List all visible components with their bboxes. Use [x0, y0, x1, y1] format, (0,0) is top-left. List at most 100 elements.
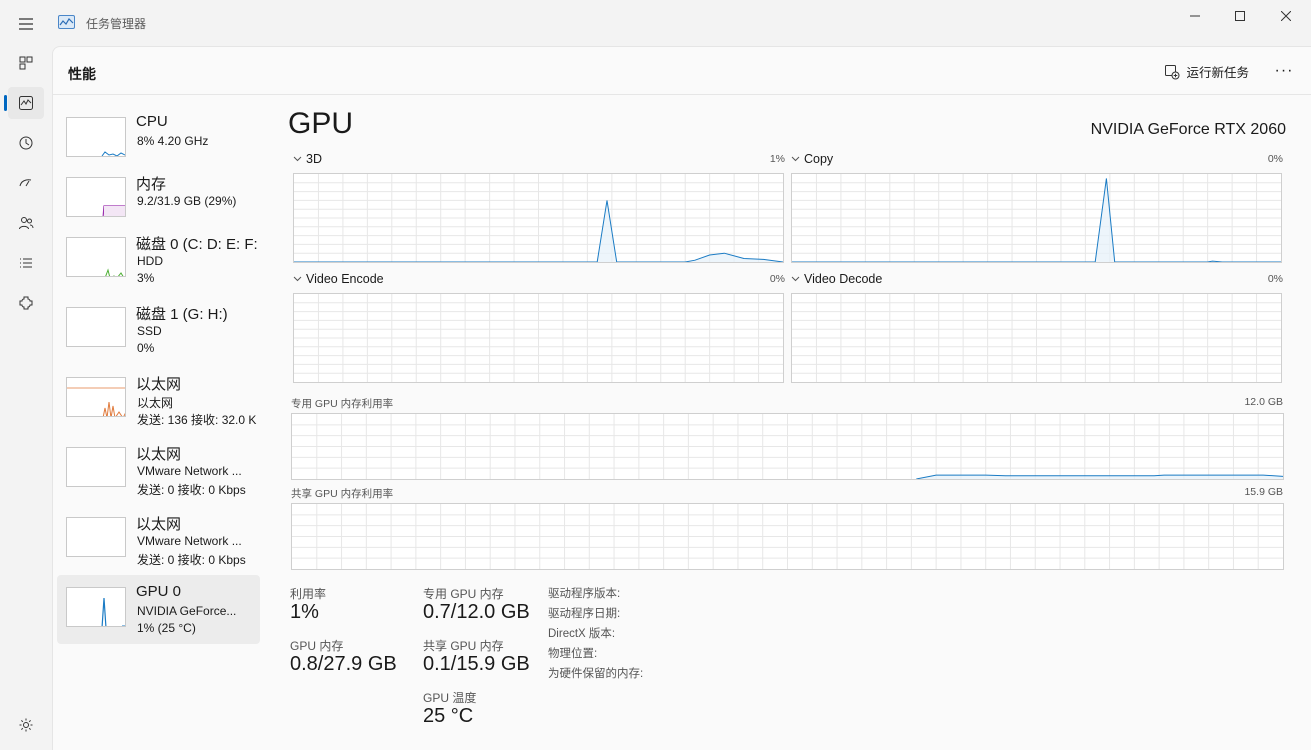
chevron-down-icon	[293, 276, 302, 282]
services-icon[interactable]	[8, 287, 44, 319]
run-task-label: 运行新任务	[1186, 66, 1249, 80]
maximize-button[interactable]	[1228, 8, 1252, 24]
content-panel: 性能 运行新任务 ··· CPU 8% 4.20 GHz 内存 9.2/31.9 GB…	[52, 46, 1311, 750]
thumbnail-graph	[66, 377, 126, 417]
sidebar-item-detail: 3%	[137, 271, 155, 285]
graph-video-encode	[293, 293, 784, 383]
graph-copy	[791, 173, 1282, 263]
sidebar-item-detail: SSD	[137, 324, 162, 338]
gpu-temperature-label: GPU 温度	[423, 691, 477, 705]
chevron-down-icon	[791, 156, 800, 162]
gpu-memory-label: GPU 内存	[290, 639, 344, 653]
hamburger-icon[interactable]	[14, 12, 38, 36]
sidebar-item-gpu-0[interactable]: GPU 0 NVIDIA GeForce... 1% (25 °C)	[57, 575, 260, 644]
sidebar-item-title: 以太网	[136, 446, 182, 463]
shared-memory-stat-value: 0.1/15.9 GB	[423, 653, 530, 675]
minimize-button[interactable]	[1183, 8, 1207, 24]
graph-label-video-encode: Video Encode	[306, 272, 384, 286]
graph-dedicated-memory	[291, 413, 1284, 480]
startup-icon[interactable]	[8, 167, 44, 199]
graph-label-3d: 3D	[306, 152, 322, 166]
processes-icon[interactable]	[8, 47, 44, 79]
graph-label-video-decode: Video Decode	[804, 272, 883, 286]
sidebar-item-cpu[interactable]: CPU 8% 4.20 GHz	[57, 105, 260, 174]
dedicated-memory-max: 12.0 GB	[1244, 396, 1283, 408]
thumbnail-graph	[66, 117, 126, 157]
thumbnail-graph	[66, 517, 126, 557]
chevron-down-icon	[293, 156, 302, 162]
graph-selector-video-encode[interactable]: Video Encode	[293, 272, 384, 286]
shared-memory-stat-label: 共享 GPU 内存	[423, 639, 504, 653]
details-icon[interactable]	[8, 247, 44, 279]
graph-video-decode	[791, 293, 1282, 383]
graph-label-copy: Copy	[804, 152, 834, 166]
chevron-down-icon	[791, 276, 800, 282]
thumbnail-graph	[66, 587, 126, 627]
directx-version-label: DirectX 版本:	[548, 628, 616, 640]
sidebar-item-detail: NVIDIA GeForce...	[137, 604, 237, 618]
sidebar-item-title: 内存	[136, 176, 167, 193]
active-indicator	[4, 95, 7, 111]
run-new-task-button[interactable]: 运行新任务	[1164, 62, 1249, 81]
sidebar-item-title: 以太网	[136, 376, 182, 393]
sidebar-item-detail: 0%	[137, 341, 155, 355]
run-task-icon	[1165, 64, 1180, 79]
more-options-button[interactable]: ···	[1274, 61, 1294, 81]
sidebar-item-detail: 发送: 0 接收: 0 Kbps	[137, 553, 246, 567]
graph-selector-video-decode[interactable]: Video Decode	[791, 272, 882, 286]
sidebar-item-disk-1[interactable]: 磁盘 1 (G: H:) SSD 0%	[57, 295, 260, 364]
sidebar-item-title: 磁盘 1 (G: H:)	[136, 306, 228, 323]
driver-date-label: 驱动程序日期:	[548, 608, 621, 620]
close-button[interactable]	[1274, 8, 1298, 24]
gpu-title: GPU	[288, 107, 354, 140]
hardware-reserved-memory-label: 为硬件保留的内存:	[548, 668, 644, 680]
gpu-model: NVIDIA GeForce RTX 2060	[1090, 121, 1286, 138]
sidebar-item-detail: 以太网	[137, 396, 174, 410]
sidebar-item-title: CPU	[136, 113, 168, 130]
settings-icon[interactable]	[8, 709, 44, 741]
title-bar: 任务管理器	[0, 0, 1311, 46]
page-header: 性能 运行新任务 ···	[53, 47, 1311, 95]
dedicated-memory-label: 专用 GPU 内存利用率	[291, 398, 394, 410]
app-history-icon[interactable]	[8, 127, 44, 159]
shared-memory-max: 15.9 GB	[1244, 486, 1283, 498]
graph-shared-memory	[291, 503, 1284, 570]
sidebar-item-ethernet-3[interactable]: 以太网 VMware Network ... 发送: 0 接收: 0 Kbps	[57, 505, 260, 574]
dedicated-memory-stat-value: 0.7/12.0 GB	[423, 601, 530, 623]
utilization-value: 1%	[290, 601, 319, 623]
shared-memory-label: 共享 GPU 内存利用率	[291, 488, 394, 500]
thumbnail-graph	[66, 307, 126, 347]
sidebar-item-detail: HDD	[137, 254, 163, 268]
graph-value-video-decode: 0%	[1267, 273, 1283, 285]
sidebar-item-memory[interactable]: 内存 9.2/31.9 GB (29%)	[57, 165, 260, 234]
users-icon[interactable]	[8, 207, 44, 239]
sidebar-item-detail: VMware Network ...	[137, 464, 242, 478]
sidebar-item-title: 以太网	[136, 516, 182, 533]
sidebar-item-detail: 9.2/31.9 GB (29%)	[137, 194, 237, 208]
sidebar-item-title: GPU 0	[136, 583, 182, 600]
performance-icon[interactable]	[8, 87, 44, 119]
sidebar-item-detail: 8% 4.20 GHz	[137, 134, 209, 148]
sidebar-item-title: 磁盘 0 (C: D: E: F:	[136, 236, 258, 253]
sidebar-item-detail: 发送: 0 接收: 0 Kbps	[137, 483, 246, 497]
gpu-memory-value: 0.8/27.9 GB	[290, 653, 397, 675]
window-title: 任务管理器	[86, 17, 147, 31]
task-manager-icon	[58, 15, 75, 29]
sidebar-item-detail: VMware Network ...	[137, 534, 242, 548]
graph-value-video-encode: 0%	[769, 273, 785, 285]
sidebar-item-ethernet-1[interactable]: 以太网 以太网 发送: 136 接收: 32.0 K	[57, 365, 260, 434]
graph-value-copy: 0%	[1267, 153, 1283, 165]
sidebar-item-ethernet-2[interactable]: 以太网 VMware Network ... 发送: 0 接收: 0 Kbps	[57, 435, 260, 504]
graph-selector-3d[interactable]: 3D	[293, 152, 322, 166]
thumbnail-graph	[66, 447, 126, 487]
page-title: 性能	[68, 66, 96, 82]
graph-selector-copy[interactable]: Copy	[791, 152, 833, 166]
sidebar-item-disk-0[interactable]: 磁盘 0 (C: D: E: F: HDD 3%	[57, 225, 260, 294]
dedicated-memory-stat-label: 专用 GPU 内存	[423, 587, 504, 601]
sidebar-item-detail: 1% (25 °C)	[137, 621, 196, 635]
sidebar-item-detail: 发送: 136 接收: 32.0 K	[137, 413, 257, 427]
physical-location-label: 物理位置:	[548, 648, 598, 660]
utilization-label: 利用率	[290, 587, 327, 601]
graph-3d	[293, 173, 784, 263]
graph-value-3d: 1%	[769, 153, 785, 165]
